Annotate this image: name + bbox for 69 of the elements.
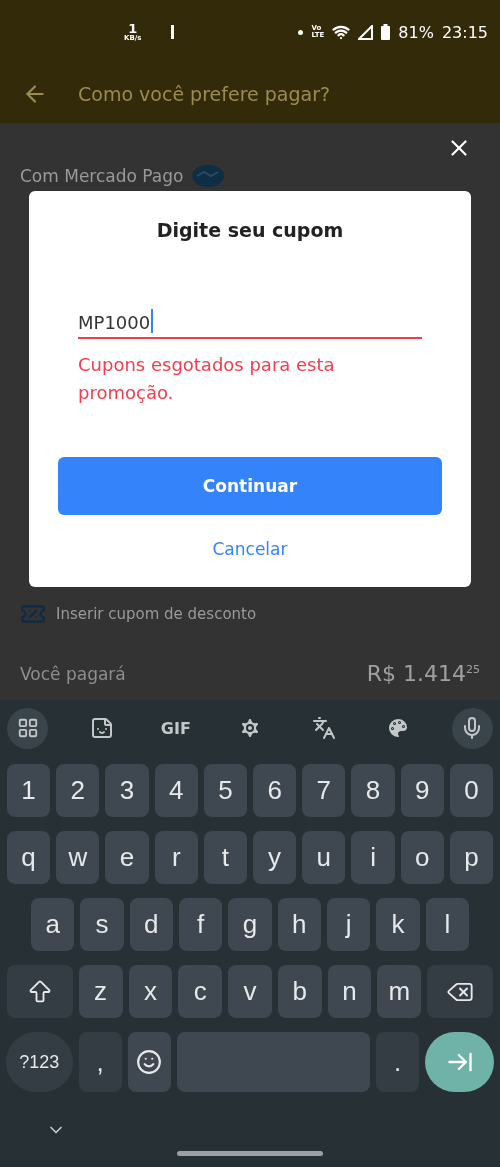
toolbar-button[interactable]: GIF bbox=[155, 707, 197, 749]
section-title: Com Mercado Pago bbox=[20, 166, 184, 186]
key[interactable]: b bbox=[277, 965, 322, 1018]
clock-time: 23:15 bbox=[441, 22, 488, 42]
wifi-icon bbox=[332, 23, 351, 41]
continue-button[interactable]: Continuar bbox=[58, 457, 442, 515]
key[interactable]: m bbox=[377, 965, 422, 1018]
shift-key[interactable] bbox=[7, 965, 73, 1018]
key[interactable]: . bbox=[376, 1032, 420, 1092]
toolbar-button[interactable] bbox=[7, 707, 48, 749]
key[interactable]: 0 bbox=[449, 764, 494, 817]
key[interactable]: w bbox=[56, 831, 100, 884]
backspace-key[interactable] bbox=[427, 965, 493, 1018]
apps-icon bbox=[16, 717, 39, 739]
key[interactable]: y bbox=[253, 831, 297, 884]
key[interactable]: c bbox=[178, 965, 223, 1018]
key[interactable]: h bbox=[277, 898, 321, 951]
key[interactable]: d bbox=[129, 898, 173, 951]
key[interactable]: f bbox=[179, 898, 223, 951]
key[interactable]: q bbox=[7, 831, 51, 884]
key[interactable]: n bbox=[327, 965, 372, 1018]
emoji-key[interactable] bbox=[127, 1032, 171, 1092]
key[interactable]: x bbox=[128, 965, 173, 1018]
notification-dot-icon bbox=[298, 29, 304, 35]
key[interactable]: 4 bbox=[154, 764, 198, 817]
coupon-link[interactable]: Inserir cupom de desconto bbox=[56, 605, 257, 623]
key[interactable]: z bbox=[78, 965, 123, 1018]
emoji-icon bbox=[136, 1049, 163, 1075]
key[interactable]: g bbox=[228, 898, 272, 951]
toolbar-button[interactable] bbox=[451, 707, 493, 749]
key[interactable]: 9 bbox=[400, 764, 444, 817]
key[interactable]: 3 bbox=[105, 764, 149, 817]
key[interactable]: p bbox=[449, 831, 494, 884]
key[interactable]: k bbox=[376, 898, 420, 951]
key[interactable]: r bbox=[154, 831, 198, 884]
total-label: Você pagará bbox=[20, 663, 126, 684]
sticker-icon bbox=[89, 716, 114, 740]
key[interactable]: 6 bbox=[253, 764, 297, 817]
key[interactable]: u bbox=[302, 831, 346, 884]
key[interactable]: j bbox=[326, 898, 371, 951]
error-message: Cupons esgotados para esta promoção. bbox=[78, 353, 336, 405]
translate-icon bbox=[312, 716, 337, 740]
page-title: Como você prefere pagar? bbox=[78, 82, 331, 105]
key[interactable]: a bbox=[31, 898, 75, 951]
key[interactable]: t bbox=[203, 831, 247, 884]
key[interactable]: i bbox=[351, 831, 395, 884]
key[interactable]: 7 bbox=[302, 764, 346, 817]
signal-bar-icon bbox=[171, 25, 175, 39]
battery-level: 81% bbox=[398, 22, 434, 42]
key[interactable]: 8 bbox=[351, 764, 395, 817]
dialog-title: Digite seu cupom bbox=[155, 219, 345, 241]
key[interactable]: 1 bbox=[7, 764, 51, 817]
key[interactable]: v bbox=[228, 965, 272, 1018]
key[interactable]: 2 bbox=[56, 764, 100, 817]
key[interactable]: l bbox=[425, 898, 469, 951]
key[interactable]: , bbox=[78, 1032, 122, 1092]
enter-key[interactable] bbox=[425, 1032, 494, 1092]
cancel-button[interactable]: Cancelar bbox=[204, 535, 296, 563]
total-amount: R$ 1.414$^{25}$ bbox=[366, 661, 480, 686]
key[interactable]: s bbox=[80, 898, 124, 951]
coupon-input-field[interactable]: MP1000 bbox=[78, 305, 422, 339]
gif-label: GIF bbox=[160, 718, 191, 738]
key[interactable]: 5 bbox=[203, 764, 247, 817]
battery-icon bbox=[381, 24, 391, 40]
cell-signal-icon bbox=[358, 24, 374, 40]
symbols-key[interactable]: ?123 bbox=[6, 1032, 73, 1092]
key[interactable]: o bbox=[400, 831, 444, 884]
home-handle[interactable] bbox=[177, 1151, 323, 1156]
key[interactable]: e bbox=[105, 831, 149, 884]
